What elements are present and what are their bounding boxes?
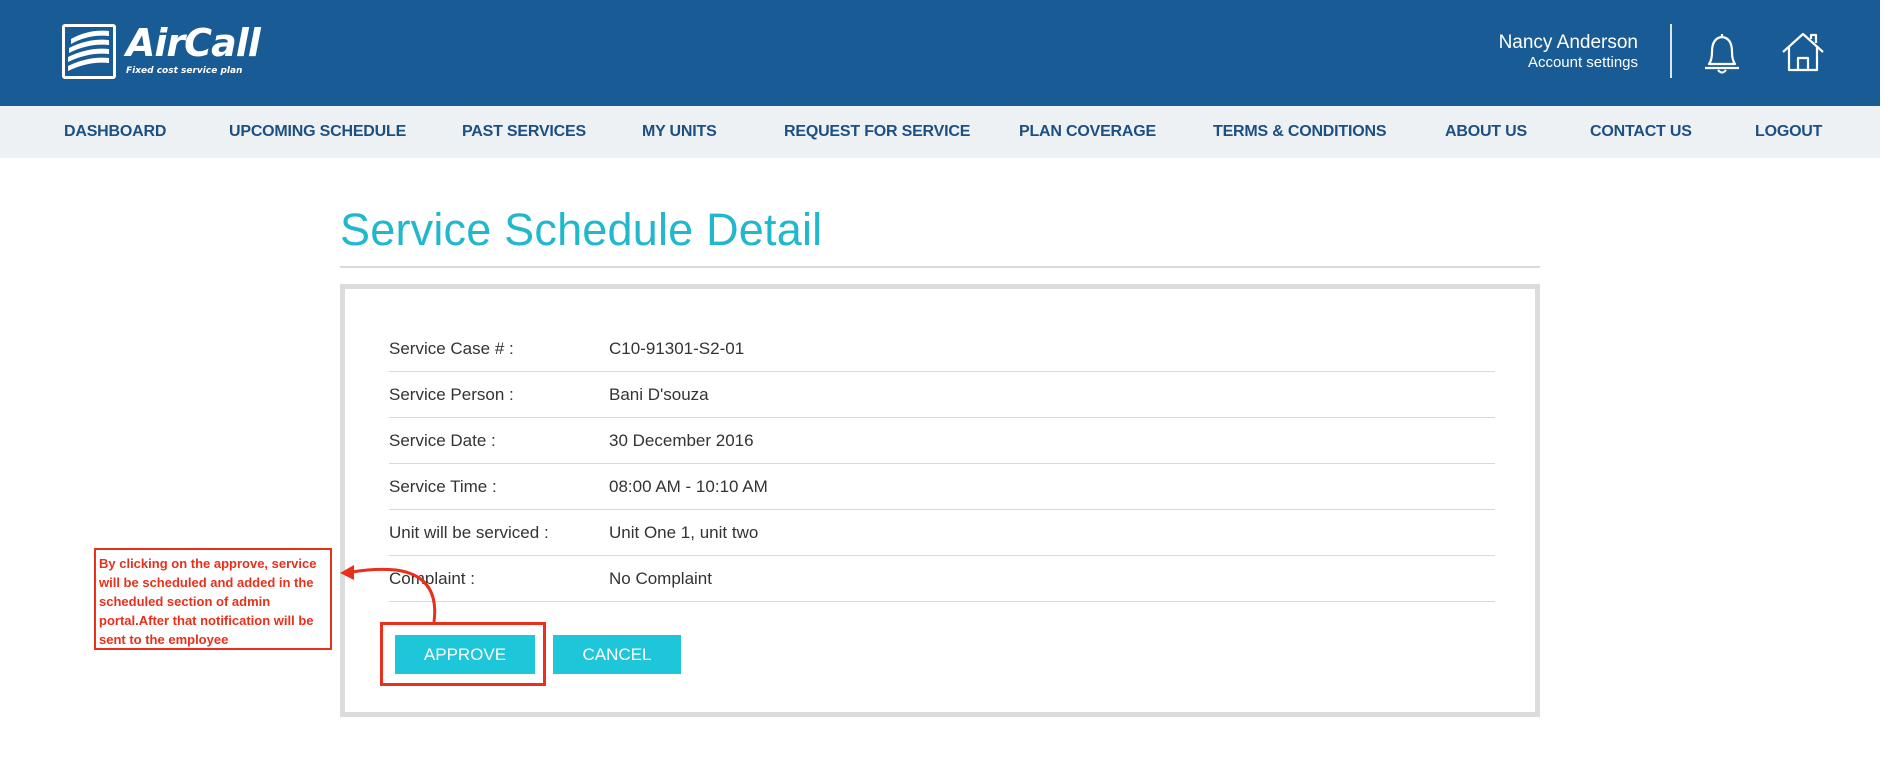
detail-value: No Complaint (609, 569, 712, 588)
detail-row-service-time: Service Time : 08:00 AM - 10:10 AM (389, 464, 1495, 510)
nav-my-units[interactable]: MY UNITS (642, 106, 717, 158)
top-header: AirCall Fixed cost service plan Nancy An… (0, 0, 1880, 106)
page-title: Service Schedule Detail (340, 204, 823, 255)
logo-name: AirCall (126, 21, 261, 65)
annotation-note: By clicking on the approve, service will… (94, 548, 332, 650)
detail-value: Bani D'souza (609, 385, 709, 404)
user-name[interactable]: Nancy Anderson (1499, 32, 1638, 54)
detail-value: 30 December 2016 (609, 431, 754, 450)
nav-contact-us[interactable]: CONTACT US (1590, 106, 1692, 158)
detail-value: 08:00 AM - 10:10 AM (609, 477, 768, 496)
logo-mark-icon (62, 24, 116, 79)
nav-terms-conditions[interactable]: TERMS & CONDITIONS (1213, 106, 1386, 158)
main-nav: DASHBOARD UPCOMING SCHEDULE PAST SERVICE… (0, 106, 1880, 158)
annotation-text: By clicking on the approve, service will… (99, 556, 317, 647)
bell-icon[interactable] (1700, 30, 1744, 76)
nav-about-us[interactable]: ABOUT US (1445, 106, 1527, 158)
user-block: Nancy Anderson Account settings (1499, 32, 1638, 72)
nav-upcoming-schedule[interactable]: UPCOMING SCHEDULE (229, 106, 406, 158)
home-icon[interactable] (1780, 30, 1826, 74)
detail-row-units: Unit will be serviced : Unit One 1, unit… (389, 510, 1495, 556)
detail-value: Unit One 1, unit two (609, 523, 759, 542)
detail-label: Service Time : (389, 477, 497, 496)
title-divider (340, 266, 1540, 268)
detail-label: Service Date : (389, 431, 496, 450)
detail-value: C10-91301-S2-01 (609, 339, 745, 358)
nav-past-services[interactable]: PAST SERVICES (462, 106, 586, 158)
nav-plan-coverage[interactable]: PLAN COVERAGE (1019, 106, 1156, 158)
nav-dashboard[interactable]: DASHBOARD (64, 106, 166, 158)
cancel-button[interactable]: CANCEL (553, 635, 681, 674)
detail-row-case-number: Service Case # : C10-91301-S2-01 (389, 326, 1495, 372)
detail-label: Service Case # : (389, 339, 514, 358)
annotation-highlight-box (380, 622, 546, 686)
nav-logout[interactable]: LOGOUT (1755, 106, 1822, 158)
account-settings-link[interactable]: Account settings (1499, 54, 1638, 72)
annotation-arrow-icon (340, 565, 437, 623)
detail-label: Service Person : (389, 385, 514, 404)
detail-row-service-date: Service Date : 30 December 2016 (389, 418, 1495, 464)
nav-request-for-service[interactable]: REQUEST FOR SERVICE (784, 106, 970, 158)
header-divider (1670, 24, 1672, 78)
detail-row-service-person: Service Person : Bani D'souza (389, 372, 1495, 418)
detail-row-complaint: Complaint : No Complaint (389, 556, 1495, 602)
aircall-logo[interactable]: AirCall Fixed cost service plan (62, 21, 261, 79)
logo-tagline: Fixed cost service plan (126, 66, 243, 76)
detail-label: Unit will be serviced : (389, 523, 549, 542)
